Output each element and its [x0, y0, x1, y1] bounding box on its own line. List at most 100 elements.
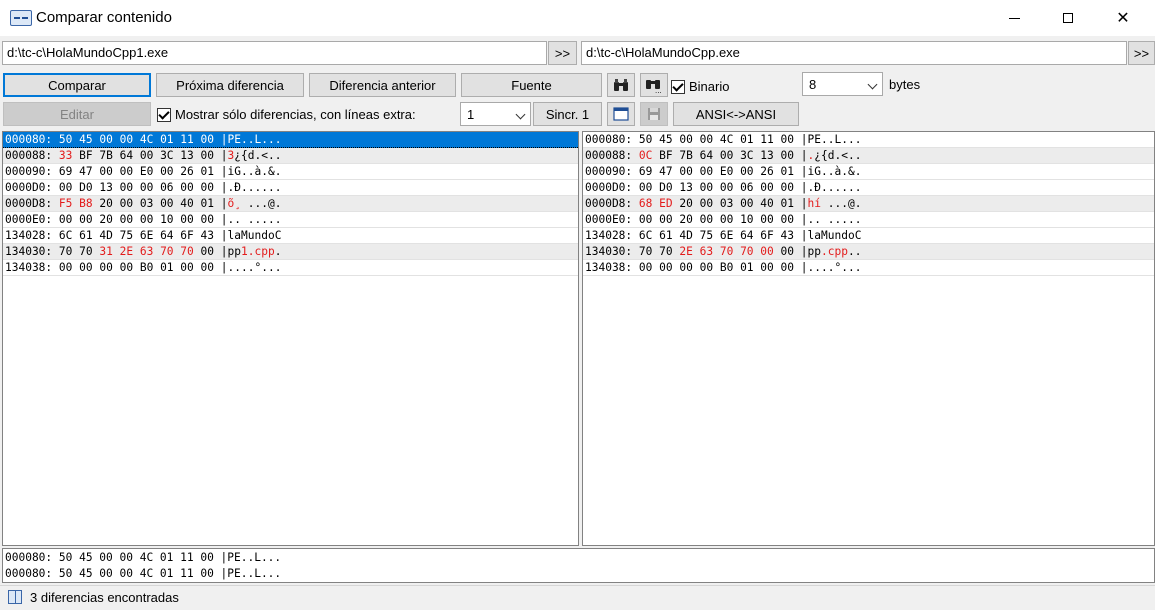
hex-byte: 00	[719, 149, 734, 162]
ascii-char: í	[814, 197, 822, 210]
hex-byte: 50	[58, 133, 73, 146]
hex-byte: D0	[659, 181, 673, 194]
window-layout-button[interactable]	[607, 102, 635, 126]
sync-button[interactable]: Sincr. 1	[533, 102, 602, 126]
binoculars-icon	[614, 79, 628, 91]
ascii-char: &	[848, 165, 855, 178]
ascii-char: .	[268, 261, 275, 274]
ascii-char: .	[274, 261, 282, 274]
compare-button[interactable]: Comparar	[3, 73, 151, 97]
show-differences-only-checkbox[interactable]	[157, 107, 171, 122]
hex-byte: 00	[58, 181, 73, 194]
hex-address: 0000D8:	[585, 197, 639, 210]
hex-byte: 00	[760, 261, 774, 274]
ascii-char: .	[854, 213, 862, 226]
hex-byte: 20	[679, 197, 693, 210]
hex-byte: 6E	[139, 229, 154, 242]
ascii-char: .	[261, 261, 269, 274]
hex-byte: 00	[780, 133, 795, 146]
hex-address: 000080:	[585, 133, 639, 146]
next-difference-button[interactable]: Próxima diferencia	[156, 73, 304, 97]
show-differences-only-option[interactable]: Mostrar sólo diferencias, con líneas ext…	[157, 107, 416, 122]
ascii-char	[821, 213, 828, 226]
hex-byte: 00	[740, 197, 754, 210]
ascii-char: .	[274, 181, 282, 194]
minimize-icon	[1008, 17, 1020, 19]
left-hex-row[interactable]: 134038: 00 00 00 00 B0 01 00 00 |....°..…	[3, 260, 578, 276]
hex-byte: 70	[58, 245, 73, 258]
right-hex-row[interactable]: 134030: 70 70 2E 63 70 70 00 00 |pp.cpp.…	[583, 244, 1154, 260]
hex-byte: 20	[99, 197, 113, 210]
hex-byte: 00	[119, 181, 134, 194]
hex-byte: 50	[638, 133, 653, 146]
ascii-char: .	[827, 197, 835, 210]
left-browse-button[interactable]: >>	[548, 41, 577, 65]
save-button[interactable]	[640, 102, 668, 126]
ascii-char: <	[261, 149, 269, 162]
edit-button[interactable]: Editar	[3, 102, 151, 126]
right-hex-row[interactable]: 000090: 69 47 00 00 E0 00 26 01 |iG..à.&…	[583, 164, 1154, 180]
left-hex-row[interactable]: 0000D0: 00 D0 13 00 00 06 00 00 |.Ð.....…	[3, 180, 578, 196]
ascii-char: .	[261, 165, 269, 178]
extra-lines-select[interactable]: 1	[460, 102, 531, 126]
right-hex-row[interactable]: 134028: 6C 61 4D 75 6E 64 6F 43 |laMundo…	[583, 228, 1154, 244]
hex-byte: 10	[740, 213, 754, 226]
hex-byte: 6C	[58, 229, 73, 242]
right-hex-row[interactable]: 134038: 00 00 00 00 B0 01 00 00 |....°..…	[583, 260, 1154, 276]
ascii-char: .	[848, 245, 855, 258]
binary-option[interactable]: Binario	[671, 79, 729, 94]
hex-byte: 00	[200, 213, 215, 226]
close-button[interactable]: ✕	[1100, 0, 1146, 36]
font-button[interactable]: Fuente	[461, 73, 602, 97]
maximize-button[interactable]	[1045, 0, 1091, 36]
ascii-char: {	[821, 149, 828, 162]
hex-byte: 00	[180, 181, 194, 194]
hex-byte: 01	[740, 261, 754, 274]
left-hex-row[interactable]: 0000D8: F5 B8 20 00 03 00 40 01 |õ¸ ...@…	[3, 196, 578, 212]
right-hex-row[interactable]: 000080: 50 45 00 00 4C 01 11 00 |PE..L..…	[583, 132, 1154, 148]
ascii-char: p	[234, 245, 242, 258]
minimize-button[interactable]	[991, 0, 1037, 36]
ascii-char: .	[854, 149, 862, 162]
hex-address: 000088:	[585, 149, 639, 162]
previous-difference-button[interactable]: Diferencia anterior	[309, 73, 456, 97]
detail-line-right: 000080: 50 45 00 00 4C 01 11 00 |PE..L..…	[5, 567, 282, 580]
hex-byte: 45	[659, 133, 673, 146]
find-button[interactable]	[607, 73, 635, 97]
left-hex-row[interactable]: 134028: 6C 61 4D 75 6E 64 6F 43 |laMundo…	[3, 228, 578, 244]
left-hex-row[interactable]: 000090: 69 47 00 00 E0 00 26 01 |iG..à.&…	[3, 164, 578, 180]
left-hex-pane[interactable]: 000080: 50 45 00 00 4C 01 11 00 |PE..L..…	[2, 131, 579, 546]
right-hex-row[interactable]: 0000E0: 00 00 20 00 00 10 00 00 |.. ....…	[583, 212, 1154, 228]
hex-byte: 13	[679, 181, 693, 194]
left-hex-row[interactable]: 000088: 33 BF 7B 64 00 3C 13 00 |3¿{d.<.…	[3, 148, 578, 164]
hex-byte: 00	[780, 149, 795, 162]
ascii-char	[241, 213, 248, 226]
right-file-path-input[interactable]: d:\tc-c\HolaMundoCpp.exe	[581, 41, 1127, 65]
right-browse-button[interactable]: >>	[1128, 41, 1155, 65]
ascii-char: @	[848, 197, 855, 210]
hex-address: 0000D0:	[585, 181, 639, 194]
right-hex-pane[interactable]: 000080: 50 45 00 00 4C 01 11 00 |PE..L..…	[582, 131, 1155, 546]
find-next-button[interactable]: ...	[640, 73, 668, 97]
left-hex-row[interactable]: 000080: 50 45 00 00 4C 01 11 00 |PE..L..…	[3, 132, 578, 148]
hex-byte: 00	[699, 181, 714, 194]
hex-address: 134038:	[585, 261, 639, 274]
left-hex-row[interactable]: 0000E0: 00 00 20 00 00 10 00 00 |.. ....…	[3, 212, 578, 228]
ansi-conversion-button[interactable]: ANSI<->ANSI	[673, 102, 799, 126]
left-hex-row[interactable]: 134030: 70 70 31 2E 63 70 70 00 |pp1.cpp…	[3, 244, 578, 260]
ascii-char: .	[274, 133, 282, 146]
ascii-char: C	[854, 229, 862, 242]
right-hex-row[interactable]: 0000D0: 00 D0 13 00 00 06 00 00 |.Ð.....…	[583, 180, 1154, 196]
ascii-char: .	[241, 133, 248, 146]
hex-byte: 4C	[719, 133, 734, 146]
binoculars-next-icon: ...	[646, 80, 662, 93]
right-hex-row[interactable]: 0000D8: 68 ED 20 00 03 00 40 01 |hí ...@…	[583, 196, 1154, 212]
bytes-per-line-select[interactable]: 8	[802, 72, 883, 96]
ascii-char: u	[827, 229, 835, 242]
binary-checkbox[interactable]	[671, 79, 685, 94]
hex-byte: 11	[760, 133, 774, 146]
ascii-char: .	[268, 181, 275, 194]
left-file-path-input[interactable]: d:\tc-c\HolaMundoCpp1.exe	[2, 41, 547, 65]
right-hex-row[interactable]: 000088: 0C BF 7B 64 00 3C 13 00 |.¿{d.<.…	[583, 148, 1154, 164]
ascii-char: G	[814, 165, 822, 178]
